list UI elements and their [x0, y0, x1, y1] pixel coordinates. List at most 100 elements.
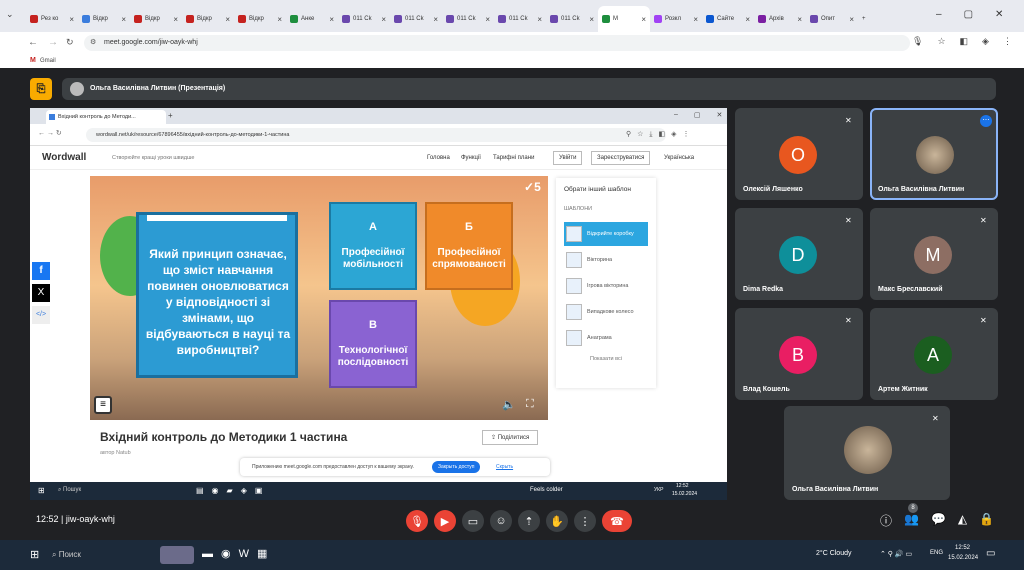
inner-search[interactable]: ⌕ Пошук [58, 487, 81, 494]
chat-icon[interactable]: 💬 [931, 512, 946, 529]
tab-close-icon[interactable]: × [693, 15, 698, 24]
browser-tab[interactable]: Відкр × [78, 6, 130, 32]
people-icon[interactable]: 👥 8 [904, 503, 919, 529]
sound-icon[interactable]: 🔈 [502, 398, 516, 411]
leave-call-button[interactable]: ☎ [602, 510, 632, 532]
new-tab-icon[interactable]: + [858, 6, 878, 32]
participant-tile[interactable]: ✕ В Влад Кошель [735, 308, 863, 400]
captions-button[interactable]: ▭ [462, 510, 484, 532]
language-select[interactable]: Українська [664, 155, 694, 161]
tab-close-icon[interactable]: × [537, 15, 542, 24]
signup-button[interactable]: Зареєструватися [591, 151, 651, 165]
tab-close-icon[interactable]: × [225, 15, 230, 24]
browser-tab[interactable]: 011 Ck × [338, 6, 390, 32]
host-controls-icon[interactable]: 🔒 [979, 512, 994, 529]
participant-tile[interactable]: ✕ О Олексій Ляшенко [735, 108, 863, 200]
browser-tab[interactable]: Розкл × [650, 6, 702, 32]
info-icon[interactable]: ⓘ [880, 512, 892, 529]
participant-tile[interactable]: ✕ А Артем Житник [870, 308, 998, 400]
inner-toolbar-icons[interactable]: ⚲☆⤓◧◈⋮ [626, 130, 696, 139]
browser-tab[interactable]: 011 Ck × [390, 6, 442, 32]
inner-close-icon[interactable]: ✕ [717, 111, 723, 119]
answer-a-card[interactable]: А Професійної мобільності [329, 202, 417, 290]
omnibox[interactable]: ⚙ meet.google.com/jiw-oayk-whj [84, 35, 910, 51]
minimize-icon[interactable]: – [936, 9, 942, 20]
inner-start-icon[interactable]: ⊞ [38, 486, 45, 495]
menu-icon[interactable]: ≡ [94, 396, 112, 414]
inner-back-icon[interactable]: ← → ↻ [38, 129, 62, 137]
inner-tab[interactable]: Вхідний контроль до Методи... [46, 110, 166, 124]
camera-toggle-button[interactable]: ▶ [434, 510, 456, 532]
bookmark-star-icon[interactable]: ☆ [937, 36, 945, 47]
tab-close-icon[interactable]: × [589, 15, 594, 24]
tab-close-icon[interactable]: × [381, 15, 386, 24]
template-item-anagram[interactable]: Анаграма [564, 326, 648, 350]
mic-toggle-button[interactable]: 🎙 [406, 510, 428, 532]
maximize-icon[interactable]: ▢ [964, 9, 973, 20]
template-item-gameshow[interactable]: Ігрова вікторина [564, 274, 648, 298]
browser-tab[interactable]: Відкр × [182, 6, 234, 32]
tab-close-icon[interactable]: × [641, 15, 646, 24]
activities-icon[interactable]: ◭ [958, 512, 967, 529]
self-view-tile[interactable]: ✕ Ольга Василівна Литвин [784, 406, 950, 500]
nav-home[interactable]: Головна [427, 155, 450, 161]
more-button[interactable]: ⋮ [574, 510, 596, 532]
inner-omnibox[interactable]: wordwall.net/uk/resource/67896455/вхідни… [86, 128, 666, 142]
taskbar-lang[interactable]: ENG [930, 550, 943, 556]
template-item-quiz[interactable]: Вікторина [564, 248, 648, 272]
tab-close-icon[interactable]: × [69, 15, 74, 24]
author-name[interactable]: Natub [116, 450, 131, 456]
inner-minimize-icon[interactable]: – [674, 111, 678, 119]
tab-close-icon[interactable]: × [433, 15, 438, 24]
browser-tab[interactable]: Відкр × [130, 6, 182, 32]
start-icon[interactable]: ⊞ [30, 548, 39, 561]
browser-tab[interactable]: Відкр × [234, 6, 286, 32]
tab-close-icon[interactable]: × [745, 15, 750, 24]
tab-close-icon[interactable]: × [485, 15, 490, 24]
tab-close-icon[interactable]: × [277, 15, 282, 24]
template-item-wheel[interactable]: Випадкове колесо [564, 300, 648, 324]
share-button[interactable]: ⇪ Поділитися [482, 430, 539, 445]
tab-close-icon[interactable]: × [797, 15, 802, 24]
x-twitter-icon[interactable]: X [32, 284, 50, 302]
stop-sharing-button[interactable]: Закрыть доступ [432, 461, 481, 473]
inner-new-tab-icon[interactable]: + [168, 111, 173, 120]
taskbar-widget-image[interactable] [160, 546, 194, 564]
wordwall-logo[interactable]: Wordwall [42, 152, 86, 163]
browser-tab[interactable]: Опит × [806, 6, 858, 32]
inner-maximize-icon[interactable]: ▢ [694, 111, 701, 119]
presentation-icon[interactable]: ⎘ [30, 78, 52, 100]
back-icon[interactable]: ← [28, 37, 38, 48]
browser-tab[interactable]: Сайте × [702, 6, 754, 32]
participant-tile[interactable]: ✕ М Макс Бреславский [870, 208, 998, 300]
site-info-icon[interactable]: ⚙ [90, 38, 96, 46]
participant-tile[interactable]: ✕ D Dima Redka [735, 208, 863, 300]
notification-icon[interactable]: ▭ [986, 548, 995, 559]
browser-tab[interactable]: Анке × [286, 6, 338, 32]
browser-tab[interactable]: 011 Ck × [442, 6, 494, 32]
tab-close-icon[interactable]: × [173, 15, 178, 24]
nav-features[interactable]: Функції [461, 155, 481, 161]
menu-dots-icon[interactable]: ⋮ [1003, 36, 1012, 47]
tab-close-icon[interactable]: × [121, 15, 126, 24]
browser-tab[interactable]: 011 Ck × [546, 6, 598, 32]
mic-permission-icon[interactable]: 🎙 [912, 36, 923, 47]
answer-c-card[interactable]: В Технологічної послідовності [329, 300, 417, 388]
tab-close-icon[interactable]: × [849, 15, 854, 24]
tray-icons[interactable]: ⌃ ⚲ 🔊 ▭ [880, 550, 912, 558]
template-item-open-box[interactable]: Відкрийте коробку [564, 222, 648, 246]
hide-notice-link[interactable]: Скрыть [496, 464, 513, 470]
fullscreen-icon[interactable]: ⛶ [526, 398, 534, 411]
facebook-icon[interactable]: f [32, 262, 50, 280]
browser-tab[interactable]: Рез ко × [26, 6, 78, 32]
tab-close-icon[interactable]: × [329, 15, 334, 24]
present-button[interactable]: ⇡ [518, 510, 540, 532]
tab-search-icon[interactable]: ⌄ [6, 9, 20, 23]
close-icon[interactable]: ✕ [995, 9, 1003, 20]
inner-pinned-apps[interactable]: ▤◉▰◈▣ [196, 486, 270, 495]
login-button[interactable]: Увійти [553, 151, 583, 165]
forward-icon[interactable]: → [48, 37, 58, 48]
answer-b-card[interactable]: Б Професійної спрямованості [425, 202, 513, 290]
extension-icon[interactable]: ◈ [982, 36, 989, 47]
browser-tab[interactable]: М × [598, 6, 650, 32]
